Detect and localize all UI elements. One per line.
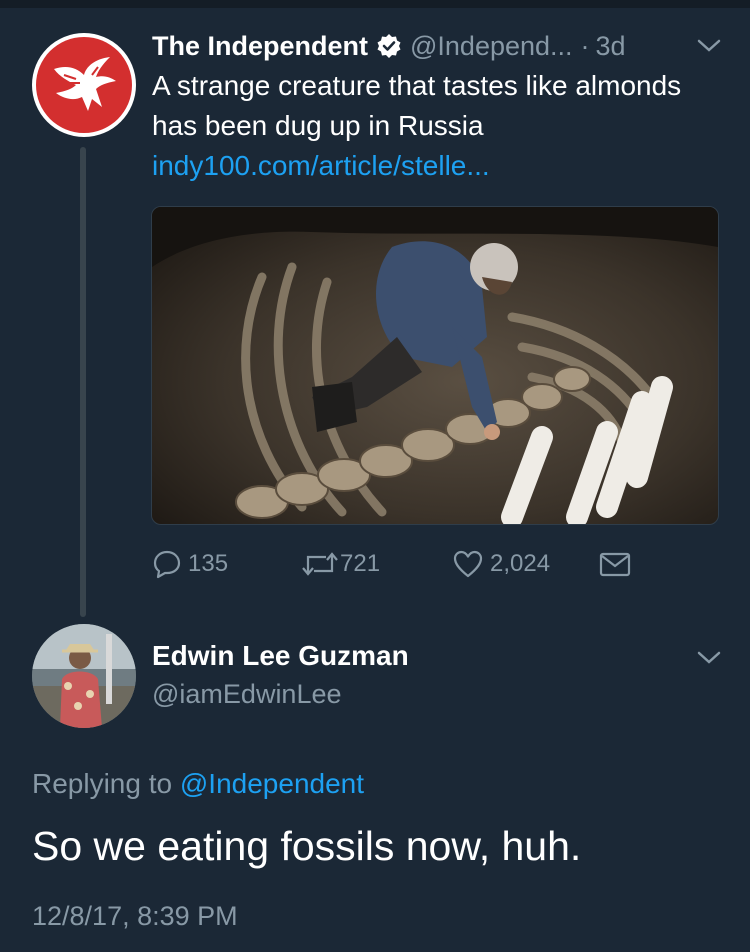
replying-to-line: Replying to @Independent (32, 766, 364, 802)
reply-author-handle[interactable]: @iamEdwinLee (152, 676, 342, 712)
chevron-down-icon[interactable] (696, 648, 722, 668)
message-action[interactable] (598, 544, 632, 584)
envelope-icon (599, 552, 631, 577)
reply-icon (153, 550, 181, 579)
reply-author-name[interactable]: Edwin Lee Guzman (152, 638, 409, 674)
parent-tweet-time[interactable]: 3d (596, 31, 626, 62)
top-bar (0, 0, 750, 8)
replying-to-handle[interactable]: @Independent (180, 768, 364, 799)
fossil-excavation-image (152, 207, 718, 524)
parent-tweet-text: A strange creature that tastes like almo… (152, 70, 682, 141)
edwin-avatar[interactable] (32, 624, 136, 728)
thread-connector-line (80, 147, 86, 617)
separator-dot: · (580, 30, 590, 61)
independent-avatar[interactable] (32, 33, 136, 137)
tweet-photo[interactable] (151, 206, 719, 525)
parent-tweet-header: The Independent @Independ... · 3d (152, 28, 626, 64)
parent-author-handle[interactable]: @Independ... (410, 31, 573, 62)
verified-badge-icon (377, 34, 401, 58)
like-count: 2,024 (490, 550, 551, 577)
retweet-count: 721 (340, 550, 381, 577)
eagle-logo-icon (36, 37, 132, 133)
profile-photo (32, 624, 136, 728)
tweet-actions: 135 721 2,024 (152, 544, 712, 584)
parent-tweet-link[interactable]: indy100.com/article/stelle... (152, 146, 490, 186)
replying-to-label: Replying to (32, 768, 173, 799)
chevron-down-icon[interactable] (696, 36, 722, 56)
reply-count: 135 (188, 550, 229, 577)
reply-action[interactable]: 135 (152, 544, 228, 584)
reply-tweet-text: So we eating fossils now, huh. (32, 823, 582, 869)
parent-author-name[interactable]: The Independent (152, 31, 368, 62)
like-action[interactable]: 2,024 (452, 544, 550, 584)
retweet-icon (302, 552, 338, 576)
reply-timestamp[interactable]: 12/8/17, 8:39 PM (32, 898, 238, 934)
heart-icon (453, 550, 483, 578)
retweet-action[interactable]: 721 (300, 544, 380, 584)
